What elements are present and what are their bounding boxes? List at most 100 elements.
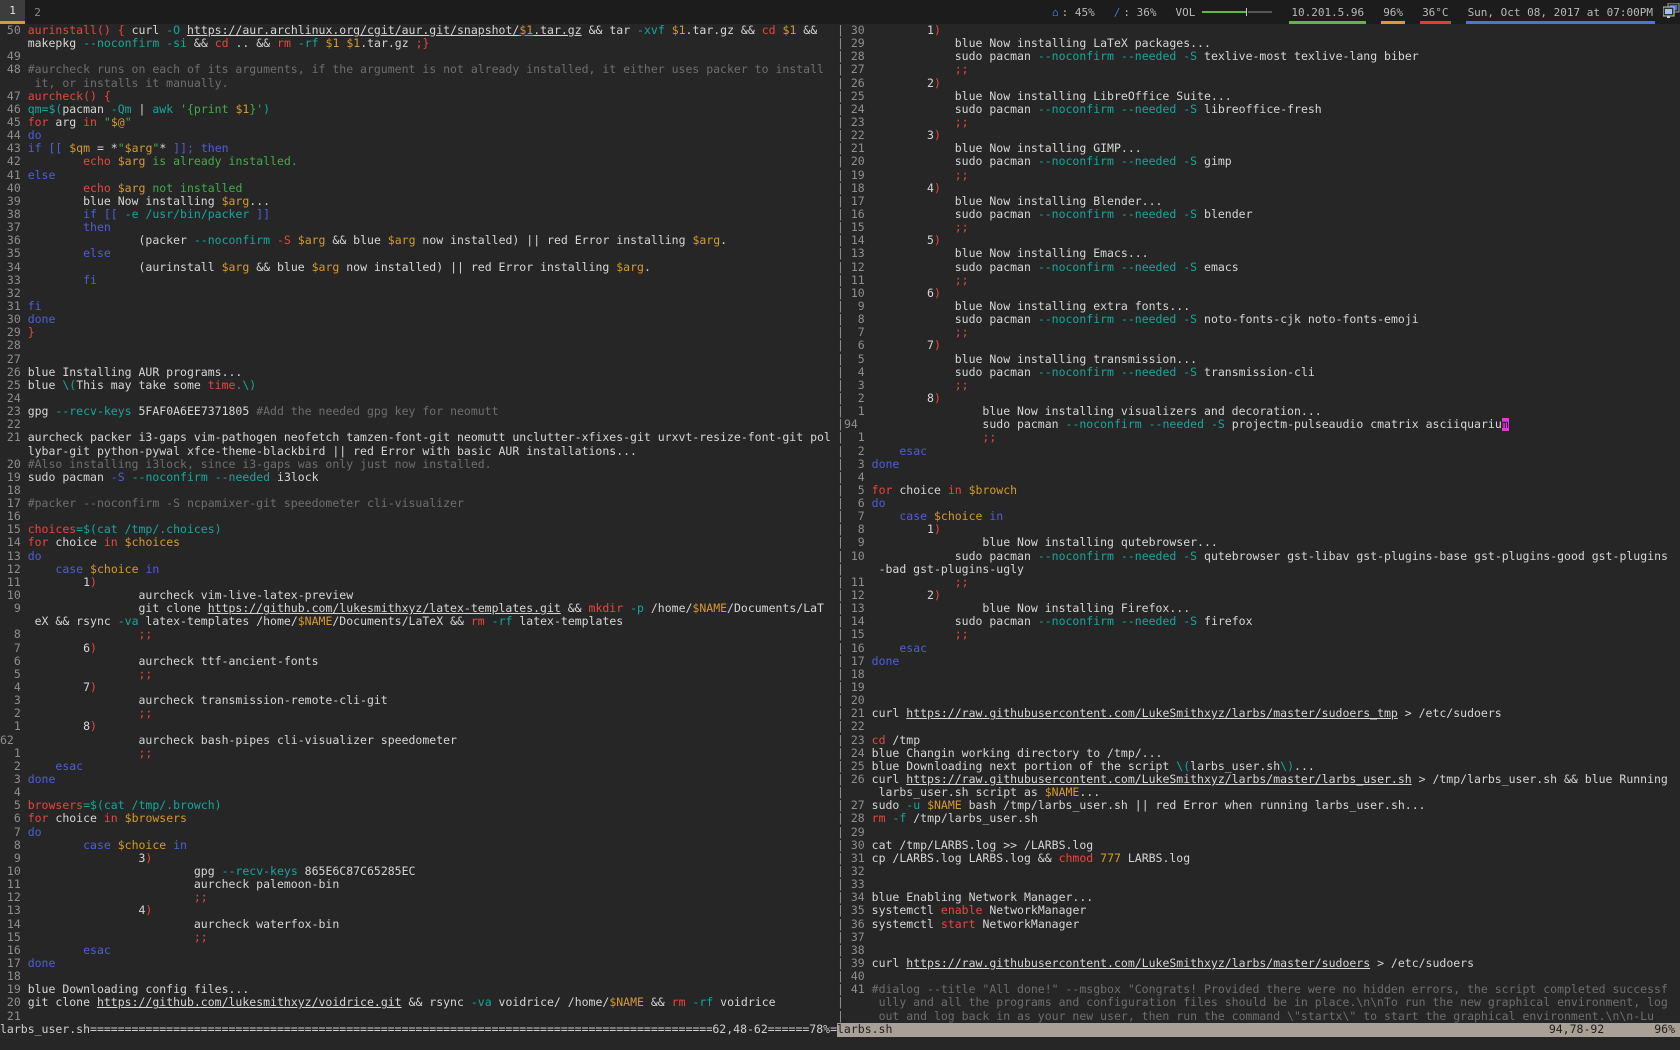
vim-line[interactable]: | 7 case $choice in: [837, 510, 1680, 523]
split-separator[interactable]: |: [837, 510, 844, 523]
vim-line[interactable]: 20 #Also installing i3lock, since i3-gap…: [0, 458, 837, 471]
vim-line[interactable]: | 40: [837, 970, 1680, 983]
vim-line[interactable]: | 1 blue Now installing visualizers and …: [837, 405, 1680, 418]
vim-line[interactable]: | 5 blue Now installing transmission...: [837, 353, 1680, 366]
vim-line[interactable]: 33 fi: [0, 274, 837, 287]
vim-line[interactable]: 22: [0, 418, 837, 431]
vim-line[interactable]: | -bad gst-plugins-ugly: [837, 563, 1680, 576]
split-separator[interactable]: |: [837, 418, 844, 431]
vim-line[interactable]: | 2 esac: [837, 445, 1680, 458]
vim-line[interactable]: 37 then: [0, 221, 837, 234]
vim-line[interactable]: makepkg --noconfirm -si && cd .. && rm -…: [0, 37, 837, 50]
vim-line[interactable]: 18: [0, 484, 837, 497]
vim-line[interactable]: | 5 for choice in $browch: [837, 484, 1680, 497]
vim-line[interactable]: 14 aurcheck waterfox-bin: [0, 918, 837, 931]
vim-line[interactable]: 9 3): [0, 852, 837, 865]
vim-line[interactable]: | 6 7): [837, 339, 1680, 352]
split-separator[interactable]: |: [837, 747, 844, 760]
vim-line[interactable]: 21: [0, 1010, 837, 1023]
split-separator[interactable]: |: [837, 50, 844, 63]
split-separator[interactable]: |: [837, 405, 844, 418]
vim-line[interactable]: | 41 #dialog --title "All done!" --msgbo…: [837, 983, 1680, 996]
vim-line[interactable]: | 13 blue Now installing Emacs...: [837, 247, 1680, 260]
vim-line[interactable]: 43 if [[ $qm = *"$arg"* ]]; then: [0, 142, 837, 155]
workspace-button-1[interactable]: 1: [0, 0, 25, 24]
vim-line[interactable]: 2 esac: [0, 760, 837, 773]
vim-line[interactable]: | 29: [837, 826, 1680, 839]
vim-line[interactable]: 13 4): [0, 904, 837, 917]
vim-line[interactable]: 16 esac: [0, 944, 837, 957]
split-separator[interactable]: |: [837, 431, 844, 444]
vim-line[interactable]: | 36 systemctl start NetworkManager: [837, 918, 1680, 931]
split-separator[interactable]: |: [837, 576, 844, 589]
split-separator[interactable]: |: [837, 287, 844, 300]
vim-line[interactable]: 7 do: [0, 826, 837, 839]
split-separator[interactable]: |: [837, 116, 844, 129]
vim-line[interactable]: | 15 ;;: [837, 221, 1680, 234]
split-separator[interactable]: |: [837, 628, 844, 641]
vim-line[interactable]: 40 echo $arg not installed: [0, 182, 837, 195]
vim-line[interactable]: | 12 2): [837, 589, 1680, 602]
vim-line[interactable]: 8 case $choice in: [0, 839, 837, 852]
vim-line[interactable]: | 23 ;;: [837, 116, 1680, 129]
vim-line[interactable]: | 28 sudo pacman --noconfirm --needed -S…: [837, 50, 1680, 63]
vim-line[interactable]: | 9 blue Now installing qutebrowser...: [837, 536, 1680, 549]
vim-line[interactable]: 39 blue Now installing $arg...: [0, 195, 837, 208]
split-separator[interactable]: |: [837, 918, 844, 931]
split-separator[interactable]: |: [837, 274, 844, 287]
vim-line[interactable]: | 35 systemctl enable NetworkManager: [837, 904, 1680, 917]
split-separator[interactable]: |: [837, 852, 844, 865]
vim-line[interactable]: 34 (aurinstall $arg && blue $arg now ins…: [0, 261, 837, 274]
vim-line[interactable]: 27: [0, 353, 837, 366]
split-separator[interactable]: |: [837, 589, 844, 602]
vim-line[interactable]: | 22: [837, 720, 1680, 733]
vim-line[interactable]: 1 8): [0, 720, 837, 733]
statusbar-block-ip-address[interactable]: 10.201.5.96: [1289, 0, 1366, 24]
split-separator[interactable]: |: [837, 996, 844, 1009]
split-separator[interactable]: |: [837, 497, 844, 510]
vim-line[interactable]: | 20: [837, 694, 1680, 707]
split-separator[interactable]: |: [837, 839, 844, 852]
vim-line[interactable]: | 13 blue Now installing Firefox...: [837, 602, 1680, 615]
vim-line[interactable]: | 4 sudo pacman --noconfirm --needed -S …: [837, 366, 1680, 379]
split-separator[interactable]: |: [837, 878, 844, 891]
statusbar-block-disk-home[interactable]: ⌂: 45%: [1050, 0, 1097, 24]
vim-line[interactable]: 38 if [[ -e /usr/bin/packer ]]: [0, 208, 837, 221]
vim-line[interactable]: 8 ;;: [0, 628, 837, 641]
vim-line[interactable]: 19 sudo pacman -S --noconfirm --needed i…: [0, 471, 837, 484]
vim-line[interactable]: | 4: [837, 471, 1680, 484]
split-separator[interactable]: |: [837, 970, 844, 983]
vim-line[interactable]: 16: [0, 510, 837, 523]
split-separator[interactable]: |: [837, 90, 844, 103]
split-separator[interactable]: |: [837, 129, 844, 142]
vim-line[interactable]: 15 choices=$(cat /tmp/.choices): [0, 523, 837, 536]
split-separator[interactable]: |: [837, 602, 844, 615]
split-separator[interactable]: |: [837, 195, 844, 208]
vim-line[interactable]: | 26 2): [837, 77, 1680, 90]
split-separator[interactable]: |: [837, 944, 844, 957]
split-separator[interactable]: |: [837, 458, 844, 471]
split-separator[interactable]: |: [837, 261, 844, 274]
vim-line[interactable]: 20 git clone https://github.com/lukesmit…: [0, 996, 837, 1009]
split-separator[interactable]: |: [837, 24, 844, 37]
vim-line[interactable]: 23 gpg --recv-keys 5FAF0A6EE7371805 #Add…: [0, 405, 837, 418]
vim-line[interactable]: | 8 1): [837, 523, 1680, 536]
split-separator[interactable]: |: [837, 865, 844, 878]
vim-line[interactable]: 29 }: [0, 326, 837, 339]
vim-line[interactable]: 11 aurcheck palemoon-bin: [0, 878, 837, 891]
split-separator[interactable]: |: [837, 734, 844, 747]
split-separator[interactable]: |: [837, 957, 844, 970]
vim-line[interactable]: | 25 blue Now installing LibreOffice Sui…: [837, 90, 1680, 103]
vim-line[interactable]: | 34 blue Enabling Network Manager...: [837, 891, 1680, 904]
vim-line[interactable]: | out and log back in as your new user, …: [837, 1010, 1680, 1023]
split-separator[interactable]: |: [837, 563, 844, 576]
vim-line[interactable]: | 31 cp /LARBS.log LARBS.log && chmod 77…: [837, 852, 1680, 865]
split-separator[interactable]: |: [837, 37, 844, 50]
vim-line[interactable]: 5 ;;: [0, 668, 837, 681]
split-separator[interactable]: |: [837, 707, 844, 720]
vim-line[interactable]: 14 for choice in $choices: [0, 536, 837, 549]
workspace-button-2[interactable]: 2: [25, 0, 50, 24]
vim-line[interactable]: 9 git clone https://github.com/lukesmith…: [0, 602, 837, 615]
vim-line[interactable]: | 1 ;;: [837, 431, 1680, 444]
vim-line[interactable]: | ully and all the programs and configur…: [837, 996, 1680, 1009]
